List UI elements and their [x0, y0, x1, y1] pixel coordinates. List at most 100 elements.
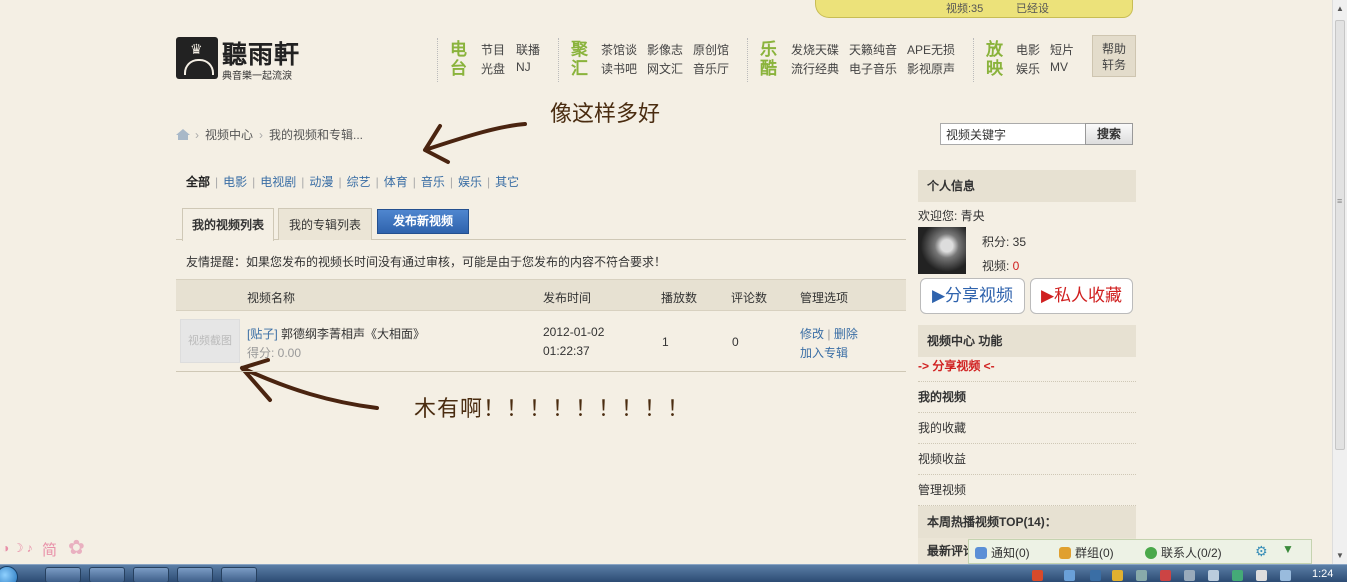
nav-link-short[interactable]: 短片 [1050, 41, 1074, 58]
add-to-album-link[interactable]: 加入专辑 [800, 344, 848, 361]
nav-link-teahouse[interactable]: 茶馆谈 [601, 41, 637, 58]
table-row: 视频截图 [贴子] 郭德纲李菁相声《大相面》 得分: 0.00 2012-01-… [176, 311, 906, 372]
header-plays: 播放数 [661, 291, 698, 305]
scroll-up-arrow-icon[interactable]: ▲ [1336, 4, 1344, 13]
page-scrollbar[interactable]: ▲ ≡ ▼ [1332, 0, 1347, 564]
home-icon[interactable] [176, 129, 190, 140]
taskbar-app-1[interactable] [45, 567, 81, 582]
sidebar-item-manage-videos[interactable]: 管理视频 [918, 475, 1136, 506]
videos-label: 视频: [982, 259, 1013, 273]
nav-link-literature[interactable]: 网文汇 [647, 60, 683, 77]
profile-section-title: 个人信息 [918, 170, 1136, 202]
category-anime[interactable]: 动漫 [309, 175, 333, 189]
banner-right-text: 已经设 [1016, 3, 1049, 15]
help-button[interactable]: 帮助 轩务 [1092, 35, 1136, 77]
sidebar-item-my-favorites[interactable]: 我的收藏 [918, 413, 1136, 444]
nav-link-entertainment[interactable]: 娱乐 [1016, 60, 1040, 77]
sidebar-item-my-videos[interactable]: 我的视频 [918, 382, 1136, 413]
private-favorites-button[interactable]: ▶私人收藏 [1030, 278, 1133, 314]
qq-notify[interactable]: 通知(0) [975, 544, 1030, 561]
nav-link-reading[interactable]: 读书吧 [601, 60, 637, 77]
tray-app-icon[interactable] [1136, 570, 1147, 581]
publish-video-button[interactable]: 发布新视频 [377, 209, 469, 234]
category-other[interactable]: 其它 [495, 175, 519, 189]
nav-link-disc[interactable]: 光盘 [481, 60, 505, 77]
nav-category-screen: 放映 [986, 40, 1003, 78]
qq-notify-label: 通知(0) [991, 546, 1030, 560]
category-sports[interactable]: 体育 [384, 175, 408, 189]
video-thumbnail[interactable]: 视频截图 [180, 319, 240, 363]
sidebar-item-video-earnings[interactable]: 视频收益 [918, 444, 1136, 475]
video-score: 得分: 0.00 [247, 346, 302, 360]
collapse-chevron-down-icon[interactable]: ▼ [1282, 542, 1312, 562]
nav-link-nj[interactable]: NJ [516, 60, 531, 74]
nav-category-radio: 电台 [450, 40, 467, 78]
scroll-down-arrow-icon[interactable]: ▼ [1336, 551, 1344, 560]
share-video-link[interactable]: -> 分享视频 <- [918, 351, 1136, 382]
table-header: 视频名称 发布时间 播放数 评论数 管理选项 [176, 279, 906, 311]
search-button[interactable]: 搜索 [1085, 123, 1133, 145]
video-plays: 1 [662, 335, 669, 349]
share-video-button[interactable]: ▶分享视频 [920, 278, 1025, 314]
tray-qq-icon[interactable] [1112, 570, 1123, 581]
tab-my-albums[interactable]: 我的专辑列表 [278, 208, 372, 240]
breadcrumb-video-center[interactable]: 视频中心 [205, 128, 253, 142]
taskbar-app-folder[interactable] [177, 567, 213, 582]
nav-link-soundtrack[interactable]: 影视原声 [907, 60, 955, 77]
category-tv[interactable]: 电视剧 [260, 175, 296, 189]
nav-link-pure[interactable]: 天籁纯音 [849, 41, 897, 58]
category-music[interactable]: 音乐 [421, 175, 445, 189]
taskbar-app-2[interactable] [89, 567, 125, 582]
nav-link-hifi[interactable]: 发烧天碟 [791, 41, 839, 58]
nav-link-mv[interactable]: MV [1050, 60, 1068, 74]
taskbar-app-ie[interactable] [133, 567, 169, 582]
help-line2: 轩务 [1101, 58, 1126, 72]
category-variety[interactable]: 综艺 [347, 175, 371, 189]
annotation-note-1: 像这样多好 [550, 102, 661, 127]
scrollbar-thumb[interactable] [1335, 20, 1345, 450]
category-entertainment[interactable]: 娱乐 [458, 175, 482, 189]
tray-alert-icon[interactable] [1160, 570, 1171, 581]
taskbar-app-5[interactable] [221, 567, 257, 582]
site-logo[interactable]: ♛ 聽雨軒 典音樂一起流淚 [176, 35, 311, 82]
tray-speaker-icon[interactable] [1280, 570, 1291, 581]
avatar[interactable] [918, 227, 966, 274]
os-taskbar: 1:24 [0, 564, 1347, 582]
nav-link-concert[interactable]: 音乐厅 [693, 60, 729, 77]
settings-gear-icon[interactable]: ⚙ [1255, 543, 1268, 560]
start-button-icon[interactable] [0, 566, 18, 582]
nav-link-broadcast[interactable]: 联播 [516, 41, 540, 58]
tray-volume-icon[interactable] [1208, 570, 1219, 581]
delete-link[interactable]: 删除 [834, 327, 858, 341]
video-date: 2012-01-02 [543, 325, 605, 339]
tray-flag-icon[interactable] [1256, 570, 1267, 581]
taskbar-clock[interactable]: 1:24 [1312, 568, 1333, 580]
tray-sogou-icon[interactable] [1032, 570, 1043, 581]
edit-link[interactable]: 修改 [800, 327, 824, 341]
logo-title: 聽雨軒 [222, 40, 301, 69]
notice-text: 友情提醒：如果您发布的视频长时间没有通过审核，可能是由于您发布的内容不符合要求！ [186, 255, 667, 269]
nav-link-ape[interactable]: APE无损 [907, 41, 955, 58]
category-all[interactable]: 全部 [186, 175, 210, 189]
qq-groups[interactable]: 群组(0) [1059, 544, 1114, 561]
qq-contacts[interactable]: 联系人(0/2) [1145, 544, 1222, 561]
video-tag[interactable]: [贴子] [247, 327, 278, 341]
logo-subtitle: 典音樂一起流淚 [222, 71, 292, 82]
nav-category-music: 乐酷 [760, 40, 777, 78]
nav-link-pop[interactable]: 流行经典 [791, 60, 839, 77]
category-movie[interactable]: 电影 [223, 175, 247, 189]
tab-my-videos[interactable]: 我的视频列表 [182, 208, 274, 241]
nav-link-original[interactable]: 原创馆 [693, 41, 729, 58]
tray-monitor-icon[interactable] [1184, 570, 1195, 581]
nav-link-movie[interactable]: 电影 [1016, 41, 1040, 58]
search-input[interactable] [940, 123, 1086, 145]
nav-link-programs[interactable]: 节目 [481, 41, 505, 58]
video-title[interactable]: 郭德纲李菁相声《大相面》 [281, 327, 425, 341]
nav-link-image[interactable]: 影像志 [647, 41, 683, 58]
ime-indicator[interactable]: ◑ ☽ ♪ 简 ✿ [0, 535, 100, 563]
qq-contacts-label: 联系人(0/2) [1161, 546, 1222, 560]
tray-battery-icon[interactable] [1232, 570, 1243, 581]
tray-bluetooth-icon[interactable] [1090, 570, 1101, 581]
nav-link-electronic[interactable]: 电子音乐 [849, 60, 897, 77]
tray-network-icon[interactable] [1064, 570, 1075, 581]
